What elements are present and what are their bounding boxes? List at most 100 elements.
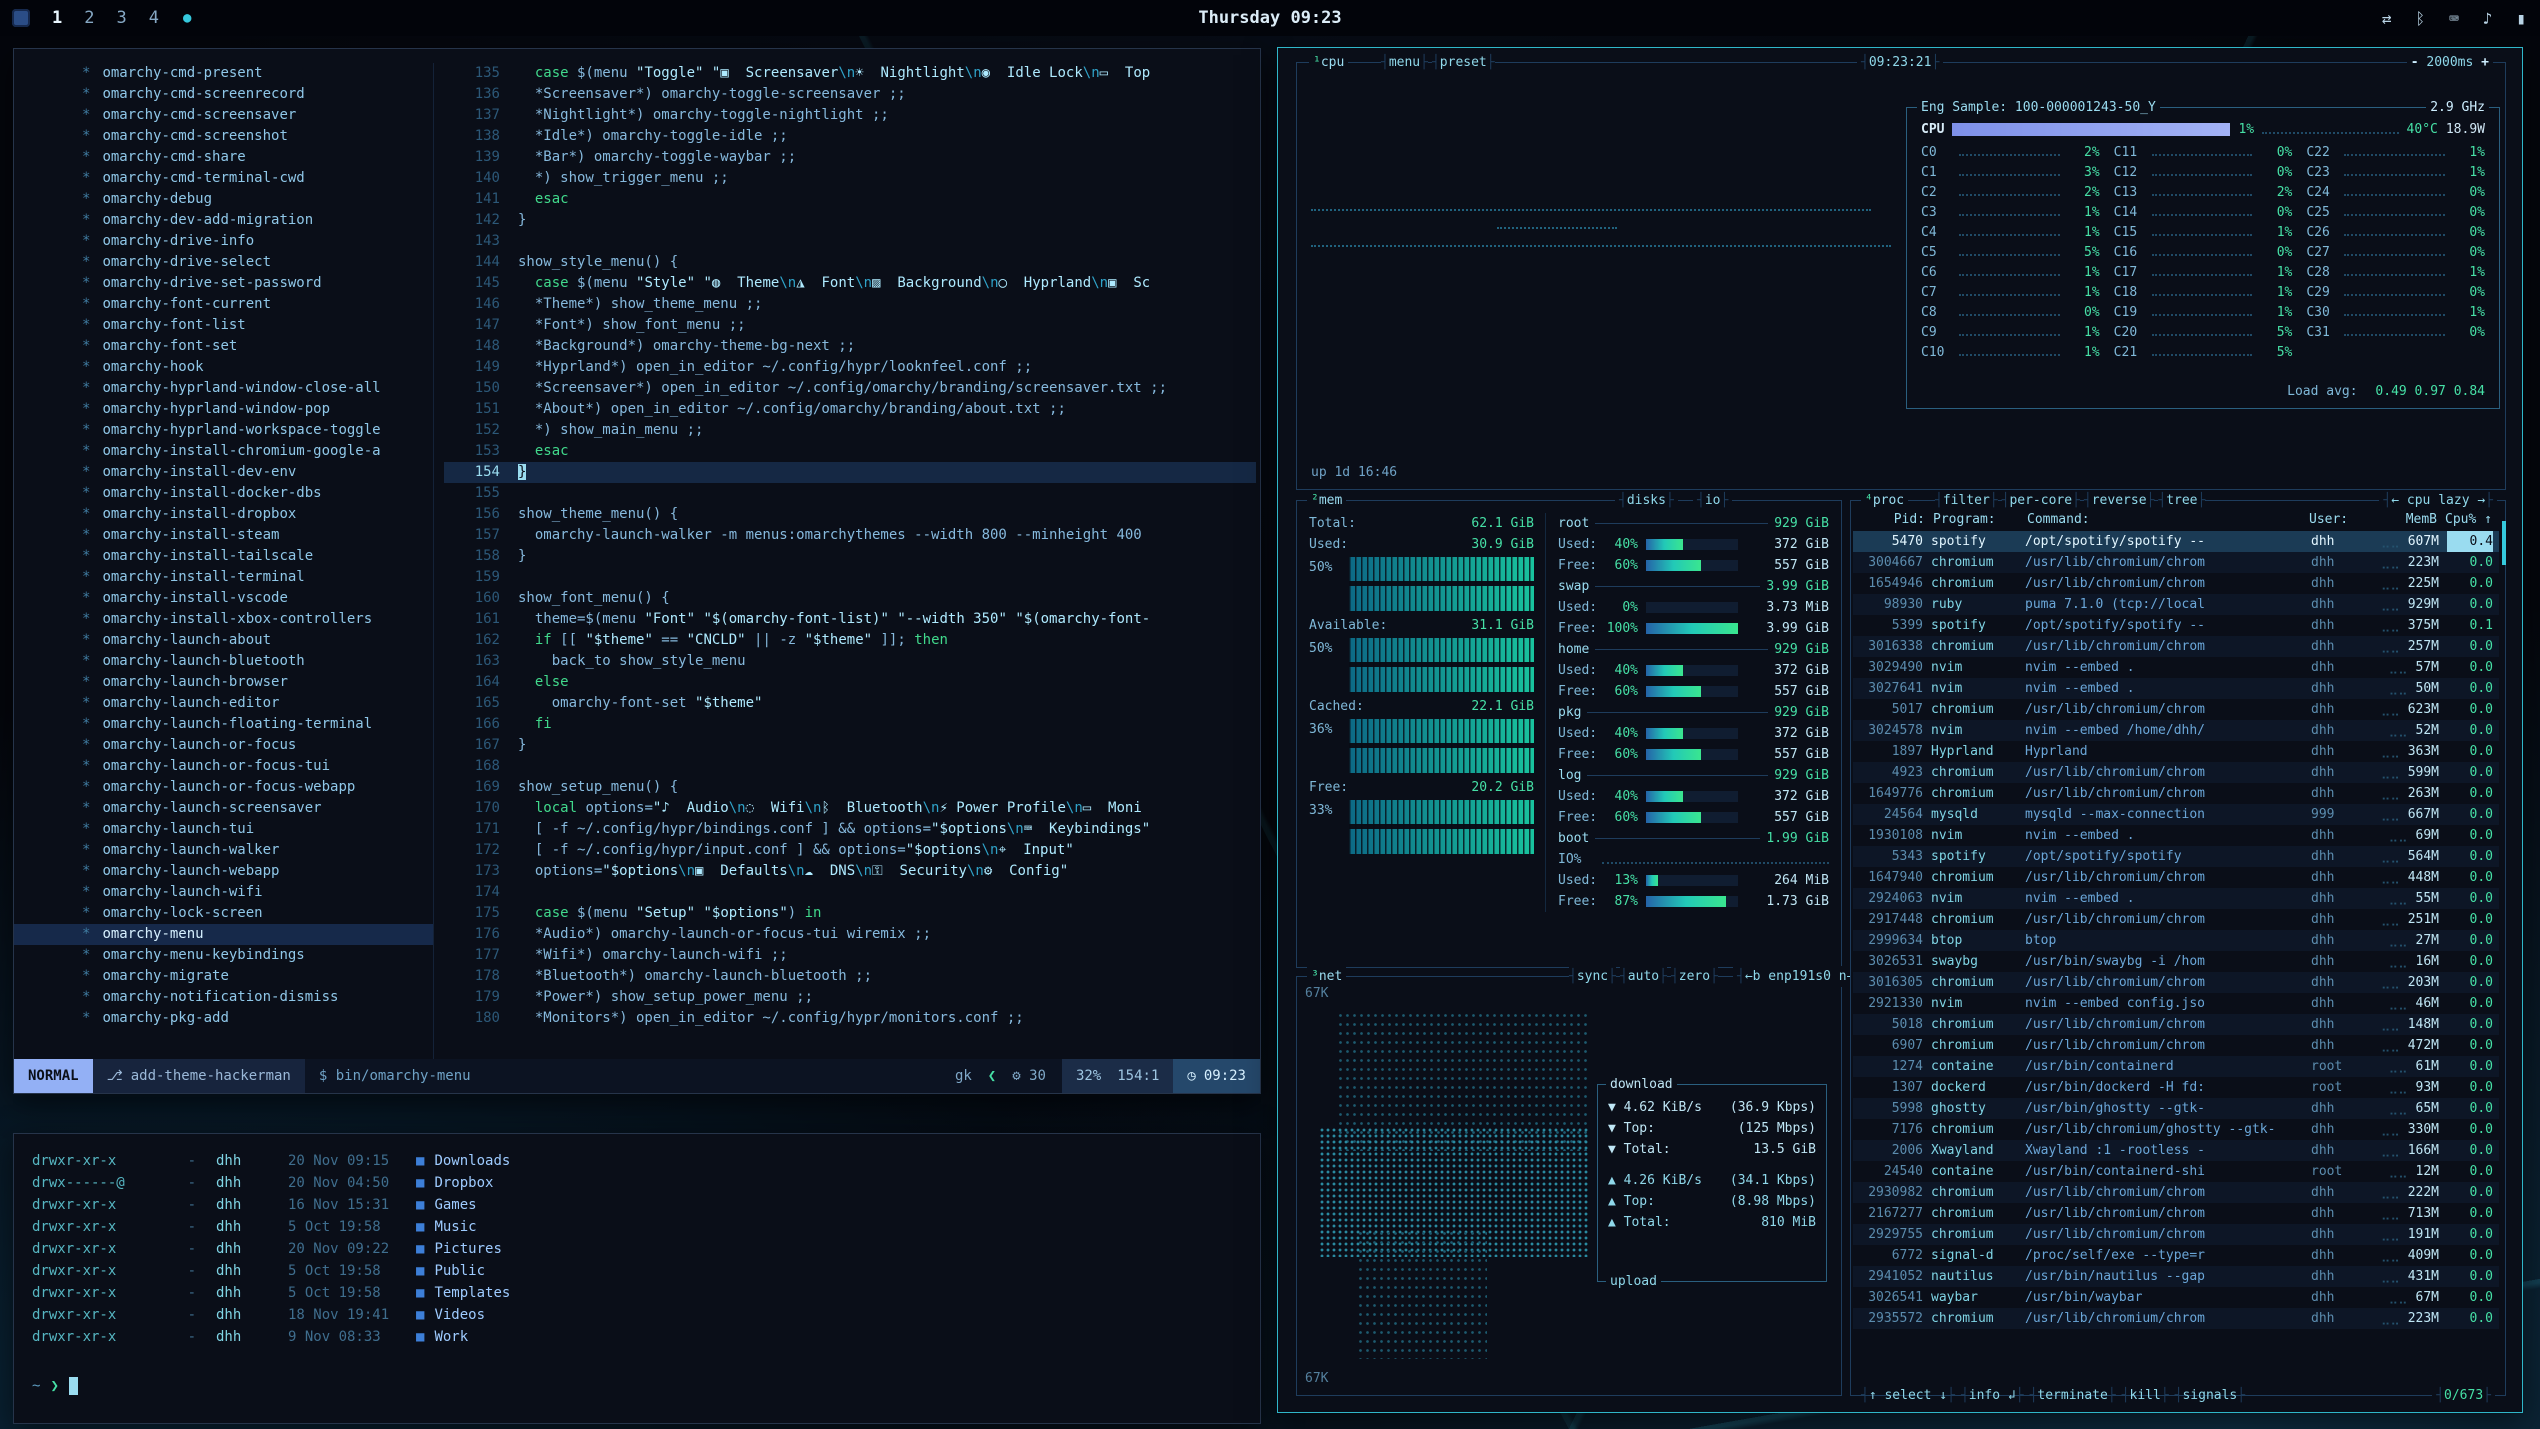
process-row[interactable]: 2930982chromium/usr/lib/chromium/chromdh… bbox=[1853, 1182, 2499, 1203]
file-item[interactable]: *omarchy-migrate bbox=[14, 966, 433, 987]
code-line[interactable]: 157 omarchy-launch-walker -m menus:omarc… bbox=[444, 525, 1256, 546]
code-line[interactable]: 145 case $(menu "Style" "◍ Theme\n◮ Font… bbox=[444, 273, 1256, 294]
file-item[interactable]: *omarchy-install-vscode bbox=[14, 588, 433, 609]
code-line[interactable]: 149 *Hyprland*) open_in_editor ~/.config… bbox=[444, 357, 1256, 378]
process-row[interactable]: 1654946chromium/usr/lib/chromium/chromdh… bbox=[1853, 573, 2499, 594]
code-line[interactable]: 175 case $(menu "Setup" "$options") in bbox=[444, 903, 1256, 924]
code-line[interactable]: 150 *Screensaver*) open_in_editor ~/.con… bbox=[444, 378, 1256, 399]
process-row[interactable]: 7176chromium/usr/lib/chromium/ghostty --… bbox=[1853, 1119, 2499, 1140]
file-item[interactable]: *omarchy-drive-set-password bbox=[14, 273, 433, 294]
process-row[interactable]: 3004667chromium/usr/lib/chromium/chromdh… bbox=[1853, 552, 2499, 573]
process-row[interactable]: 3016338chromium/usr/lib/chromium/chromdh… bbox=[1853, 636, 2499, 657]
file-item[interactable]: *omarchy-cmd-terminal-cwd bbox=[14, 168, 433, 189]
disks-tab[interactable]: disks bbox=[1615, 490, 1678, 511]
proc-action-signals[interactable]: signals bbox=[2175, 1385, 2245, 1406]
io-tab[interactable]: io bbox=[1693, 490, 1732, 511]
code-line[interactable]: 143 bbox=[444, 231, 1256, 252]
code-line[interactable]: 138 *Idle*) omarchy-toggle-idle ;; bbox=[444, 126, 1256, 147]
process-row[interactable]: 24564mysqldmysqld --max-connection999⣀⣀ … bbox=[1853, 804, 2499, 825]
file-item[interactable]: *omarchy-drive-select bbox=[14, 252, 433, 273]
code-line[interactable]: 140 *) show_trigger_menu ;; bbox=[444, 168, 1256, 189]
process-row[interactable]: 1307dockerd/usr/bin/dockerd -H fd:root⣀⣀… bbox=[1853, 1077, 2499, 1098]
file-item[interactable]: *omarchy-hyprland-workspace-toggle bbox=[14, 420, 433, 441]
process-row[interactable]: 5018chromium/usr/lib/chromium/chromdhh⣀⣀… bbox=[1853, 1014, 2499, 1035]
process-row[interactable]: 2917448chromium/usr/lib/chromium/chromdh… bbox=[1853, 909, 2499, 930]
process-row[interactable]: 3029490nvimnvim --embed .dhh⣀⣀ 57M0.0 bbox=[1853, 657, 2499, 678]
code-line[interactable]: 148 *Background*) omarchy-theme-bg-next … bbox=[444, 336, 1256, 357]
code-line[interactable]: 135 case $(menu "Toggle" "▣ Screensaver\… bbox=[444, 63, 1256, 84]
process-row[interactable]: 3026531swaybg/usr/bin/swaybg -i /homdhh⣀… bbox=[1853, 951, 2499, 972]
process-row[interactable]: 2006XwaylandXwayland :1 -rootless -dhh⣀⣀… bbox=[1853, 1140, 2499, 1161]
net-sync-button[interactable]: sync bbox=[1569, 966, 1616, 987]
file-item[interactable]: *omarchy-launch-about bbox=[14, 630, 433, 651]
code-line[interactable]: 180 *Monitors*) open_in_editor ~/.config… bbox=[444, 1008, 1256, 1029]
code-line[interactable]: 154} bbox=[444, 462, 1256, 483]
code-line[interactable]: 155 bbox=[444, 483, 1256, 504]
code-line[interactable]: 167} bbox=[444, 735, 1256, 756]
code-line[interactable]: 146 *Theme*) show_theme_menu ;; bbox=[444, 294, 1256, 315]
battery-icon[interactable]: ▮ bbox=[2516, 9, 2526, 28]
update-interval-control[interactable]: - 2000ms + bbox=[2407, 52, 2493, 73]
file-item[interactable]: *omarchy-install-dropbox bbox=[14, 504, 433, 525]
file-item[interactable]: *omarchy-install-xbox-controllers bbox=[14, 609, 433, 630]
code-line[interactable]: 141 esac bbox=[444, 189, 1256, 210]
process-row[interactable]: 1274containe/usr/bin/containerdroot⣀⣀ 61… bbox=[1853, 1056, 2499, 1077]
process-row[interactable]: 1649776chromium/usr/lib/chromium/chromdh… bbox=[1853, 783, 2499, 804]
file-item[interactable]: *omarchy-cmd-screenrecord bbox=[14, 84, 433, 105]
code-line[interactable]: 166 fi bbox=[444, 714, 1256, 735]
code-line[interactable]: 158} bbox=[444, 546, 1256, 567]
file-item[interactable]: *omarchy-menu-keybindings bbox=[14, 945, 433, 966]
file-item[interactable]: *omarchy-cmd-share bbox=[14, 147, 433, 168]
process-row[interactable]: 2929755chromium/usr/lib/chromium/chromdh… bbox=[1853, 1224, 2499, 1245]
file-item[interactable]: *omarchy-launch-or-focus bbox=[14, 735, 433, 756]
process-row[interactable]: 3027641nvimnvim --embed .dhh⣀⣀ 50M0.0 bbox=[1853, 678, 2499, 699]
file-item[interactable]: *omarchy-launch-browser bbox=[14, 672, 433, 693]
file-item[interactable]: *omarchy-install-docker-dbs bbox=[14, 483, 433, 504]
process-row[interactable]: 2921330nvimnvim --embed config.jsodhh⣀⣀ … bbox=[1853, 993, 2499, 1014]
process-row[interactable]: 1647940chromium/usr/lib/chromium/chromdh… bbox=[1853, 867, 2499, 888]
process-row[interactable]: 2999634btopbtopdhh⣀⣀ 27M0.0 bbox=[1853, 930, 2499, 951]
code-line[interactable]: 174 bbox=[444, 882, 1256, 903]
cpu-menu-button[interactable]: menu bbox=[1381, 52, 1428, 73]
code-line[interactable]: 171 [ -f ~/.config/hypr/bindings.conf ] … bbox=[444, 819, 1256, 840]
interval-plus-button[interactable]: + bbox=[2481, 55, 2489, 70]
file-item[interactable]: *omarchy-launch-or-focus-tui bbox=[14, 756, 433, 777]
code-line[interactable]: 136 *Screensaver*) omarchy-toggle-screen… bbox=[444, 84, 1256, 105]
proc-action-info-[interactable]: info ↲ bbox=[1961, 1385, 2024, 1406]
process-row[interactable]: 3016305chromium/usr/lib/chromium/chromdh… bbox=[1853, 972, 2499, 993]
file-item[interactable]: *omarchy-font-set bbox=[14, 336, 433, 357]
code-line[interactable]: 172 [ -f ~/.config/hypr/input.conf ] && … bbox=[444, 840, 1256, 861]
file-item[interactable]: *omarchy-install-dev-env bbox=[14, 462, 433, 483]
code-line[interactable]: 169show_setup_menu() { bbox=[444, 777, 1256, 798]
code-line[interactable]: 142} bbox=[444, 210, 1256, 231]
code-line[interactable]: 162 if [[ "$theme" == "CNCLD" || -z "$th… bbox=[444, 630, 1256, 651]
file-item[interactable]: *omarchy-launch-screensaver bbox=[14, 798, 433, 819]
file-item[interactable]: *omarchy-font-list bbox=[14, 315, 433, 336]
process-row[interactable]: 3024578nvimnvim --embed /home/dhh/dhh⣀⣀ … bbox=[1853, 720, 2499, 741]
proc-action-terminate[interactable]: terminate bbox=[2030, 1385, 2116, 1406]
file-item[interactable]: *omarchy-menu bbox=[14, 924, 433, 945]
shell-prompt[interactable]: ~ ❯ bbox=[32, 1375, 78, 1397]
net-zero-button[interactable]: zero bbox=[1671, 966, 1718, 987]
process-row[interactable]: 5399spotify/opt/spotify/spotify --dhh⣀⣀ … bbox=[1853, 615, 2499, 636]
process-row[interactable]: 3026541waybar/usr/bin/waybardhh⣀⣀ 67M0.0 bbox=[1853, 1287, 2499, 1308]
file-item[interactable]: *omarchy-cmd-screensaver bbox=[14, 105, 433, 126]
cpu-preset-button[interactable]: preset bbox=[1432, 52, 1495, 73]
code-line[interactable]: 151 *About*) open_in_editor ~/.config/om… bbox=[444, 399, 1256, 420]
process-row[interactable]: 98930rubypuma 7.1.0 (tcp://localdhh⣀⣀ 92… bbox=[1853, 594, 2499, 615]
file-item[interactable]: *omarchy-hook bbox=[14, 357, 433, 378]
code-line[interactable]: 165 omarchy-font-set "$theme" bbox=[444, 693, 1256, 714]
code-line[interactable]: 173 options="$options\n▣ Defaults\n☁ DNS… bbox=[444, 861, 1256, 882]
code-line[interactable]: 161 theme=$(menu "Font" "$(omarchy-font-… bbox=[444, 609, 1256, 630]
file-item[interactable]: *omarchy-notification-dismiss bbox=[14, 987, 433, 1008]
code-line[interactable]: 159 bbox=[444, 567, 1256, 588]
process-row[interactable]: 5998ghostty/usr/bin/ghostty --gtk-dhh⣀⣀ … bbox=[1853, 1098, 2499, 1119]
code-line[interactable]: 179 *Power*) show_setup_power_menu ;; bbox=[444, 987, 1256, 1008]
code-line[interactable]: 164 else bbox=[444, 672, 1256, 693]
file-item[interactable]: *omarchy-pkg-add bbox=[14, 1008, 433, 1029]
file-item[interactable]: *omarchy-launch-tui bbox=[14, 819, 433, 840]
code-pane[interactable]: 135 case $(menu "Toggle" "▣ Screensaver\… bbox=[444, 63, 1256, 1059]
file-item[interactable]: *omarchy-launch-webapp bbox=[14, 861, 433, 882]
file-item[interactable]: *omarchy-hyprland-window-close-all bbox=[14, 378, 433, 399]
code-line[interactable]: 139 *Bar*) omarchy-toggle-waybar ;; bbox=[444, 147, 1256, 168]
